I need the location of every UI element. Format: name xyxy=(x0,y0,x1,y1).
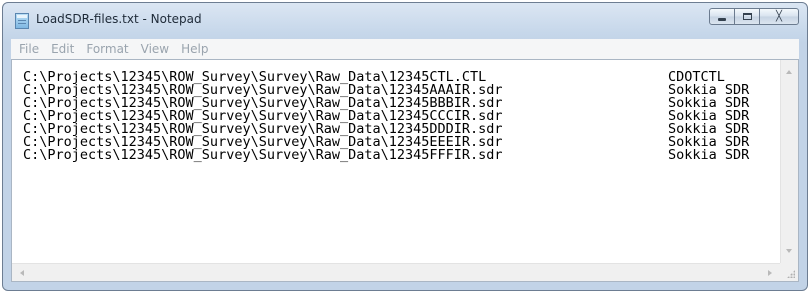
notepad-window: LoadSDR-files.txt - Notepad ╳ File Edit … xyxy=(2,2,808,291)
vertical-scrollbar[interactable] xyxy=(780,60,798,263)
scroll-down-icon[interactable] xyxy=(786,249,792,253)
text-editor[interactable]: C:\Projects\12345\ROW_Survey\Survey\Raw_… xyxy=(11,59,799,282)
menu-file[interactable]: File xyxy=(13,42,45,56)
minimize-icon xyxy=(718,18,726,21)
window-controls: ╳ xyxy=(709,8,799,28)
maximize-button[interactable] xyxy=(734,8,760,25)
resize-grip-icon xyxy=(787,270,795,278)
close-icon: ╳ xyxy=(775,10,783,22)
maximize-icon xyxy=(742,13,752,20)
menu-edit[interactable]: Edit xyxy=(45,42,80,56)
file-type: Sokkia SDR xyxy=(668,147,750,163)
menu-bar: File Edit Format View Help xyxy=(11,39,799,59)
scroll-up-icon[interactable] xyxy=(786,70,792,74)
size-grip[interactable] xyxy=(780,263,798,281)
menu-format[interactable]: Format xyxy=(80,42,134,56)
text-line: C:\Projects\12345\ROW_Survey\Survey\Raw_… xyxy=(23,147,780,163)
horizontal-scrollbar[interactable] xyxy=(12,263,780,281)
menu-help[interactable]: Help xyxy=(175,42,214,56)
scroll-right-icon[interactable] xyxy=(768,270,772,276)
text-content[interactable]: C:\Projects\12345\ROW_Survey\Survey\Raw_… xyxy=(12,60,780,263)
window-title: LoadSDR-files.txt - Notepad xyxy=(36,12,202,26)
close-button[interactable]: ╳ xyxy=(759,8,799,25)
minimize-button[interactable] xyxy=(709,8,735,25)
scroll-left-icon[interactable] xyxy=(20,270,24,276)
title-bar[interactable]: LoadSDR-files.txt - Notepad ╳ xyxy=(3,3,807,39)
file-path: C:\Projects\12345\ROW_Survey\Survey\Raw_… xyxy=(23,147,503,163)
notepad-icon[interactable] xyxy=(15,13,29,29)
menu-view[interactable]: View xyxy=(135,42,175,56)
